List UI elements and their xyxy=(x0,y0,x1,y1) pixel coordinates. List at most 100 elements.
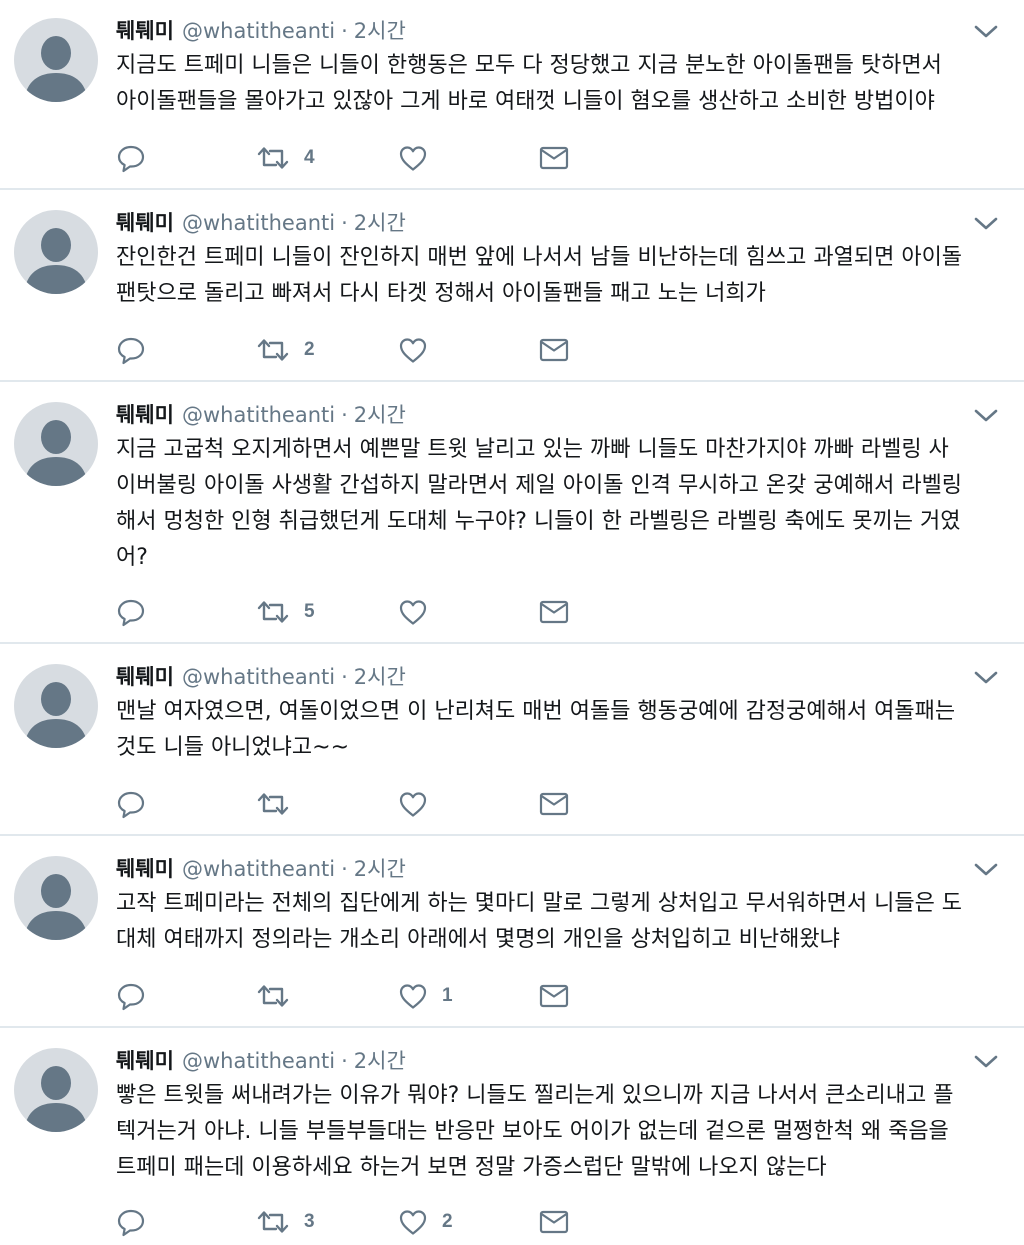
more-options-button[interactable] xyxy=(972,668,1000,688)
user-handle[interactable]: @whatitheanti xyxy=(182,211,335,235)
tweet-text-line: 잔인한건 트페미 니들이 잔인하지 매번 앞에 나서서 남들 비난하는데 힘쓰고… xyxy=(116,245,963,270)
avatar[interactable] xyxy=(14,18,98,102)
tweet-header: 퉤퉤미 @whatitheanti · 2시간 xyxy=(116,852,406,886)
reply-button[interactable] xyxy=(116,980,160,1012)
direct-message-button[interactable] xyxy=(538,142,570,174)
like-button[interactable]: 1 xyxy=(398,980,453,1012)
timestamp[interactable]: 2시간 xyxy=(354,857,406,881)
heart-icon xyxy=(399,146,427,171)
timestamp[interactable]: 2시간 xyxy=(354,1049,406,1073)
reply-button[interactable] xyxy=(116,1206,160,1238)
tweet[interactable]: 퉤퉤미 @whatitheanti · 2시간 고작 트페미라는 전체의 집단에게 하… xyxy=(0,838,1024,1028)
heart-icon xyxy=(399,338,427,363)
tweet-header: 퉤퉤미 @whatitheanti · 2시간 xyxy=(116,206,406,240)
direct-message-button[interactable] xyxy=(538,980,570,1012)
tweet-text-line: 어? xyxy=(116,545,148,570)
like-count: 1 xyxy=(442,985,453,1006)
retweet-button[interactable]: 3 xyxy=(256,1206,315,1238)
like-count: 2 xyxy=(442,1211,453,1232)
like-button[interactable]: 2 xyxy=(398,1206,453,1238)
tweet-actions xyxy=(116,788,586,820)
retweet-button[interactable]: 2 xyxy=(256,334,315,366)
more-options-button[interactable] xyxy=(972,860,1000,880)
speech-bubble-icon xyxy=(117,791,145,819)
tweet-text: 빻은 트윗들 써내려가는 이유가 뭐야? 니들도 찔리는게 있으니까 지금 나서… xyxy=(116,1078,1006,1186)
tweet-text-line: 이버불링 아이돌 사생활 간섭하지 말라면서 제일 아이돌 인격 무시하고 온갖… xyxy=(116,473,963,498)
timestamp[interactable]: 2시간 xyxy=(354,19,406,43)
timestamp[interactable]: 2시간 xyxy=(354,665,406,689)
avatar[interactable] xyxy=(14,1048,98,1132)
heart-icon xyxy=(399,1210,427,1235)
direct-message-button[interactable] xyxy=(538,596,570,628)
user-handle[interactable]: @whatitheanti xyxy=(182,665,335,689)
speech-bubble-icon xyxy=(117,599,145,627)
speech-bubble-icon xyxy=(117,983,145,1011)
tweet-text-line: 트페미 패는데 이용하세요 하는거 보면 정말 가증스럽단 말밖에 나오지 않는… xyxy=(116,1155,827,1180)
reply-button[interactable] xyxy=(116,334,160,366)
user-handle[interactable]: @whatitheanti xyxy=(182,19,335,43)
direct-message-button[interactable] xyxy=(538,788,570,820)
retweet-button[interactable]: 5 xyxy=(256,596,315,628)
tweet[interactable]: 퉤퉤미 @whatitheanti · 2시간 잔인한건 트페미 니들이 잔인하지 매… xyxy=(0,192,1024,382)
tweet[interactable]: 퉤퉤미 @whatitheanti · 2시간 지금도 트페미 니들은 니들이 한행동… xyxy=(0,0,1024,190)
display-name[interactable]: 퉤퉤미 xyxy=(116,19,174,43)
avatar[interactable] xyxy=(14,664,98,748)
speech-bubble-icon xyxy=(117,145,145,173)
tweet-text: 지금 고굽척 오지게하면서 예쁜말 트윗 날리고 있는 까빠 니들도 마찬가지야… xyxy=(116,432,1006,576)
timestamp[interactable]: 2시간 xyxy=(354,211,406,235)
direct-message-button[interactable] xyxy=(538,334,570,366)
heart-icon xyxy=(399,792,427,817)
tweet[interactable]: 퉤퉤미 @whatitheanti · 2시간 빻은 트윗들 써내려가는 이유가 뭐야… xyxy=(0,1030,1024,1245)
user-handle[interactable]: @whatitheanti xyxy=(182,403,335,427)
reply-button[interactable] xyxy=(116,596,160,628)
tweet[interactable]: 퉤퉤미 @whatitheanti · 2시간 맨날 여자였으면, 여돌이었으면 이 … xyxy=(0,646,1024,836)
tweet-text: 맨날 여자였으면, 여돌이었으면 이 난리쳐도 매번 여돌들 행동궁예에 감정궁… xyxy=(116,694,1006,766)
tweet-feed: 퉤퉤미 @whatitheanti · 2시간 지금도 트페미 니들은 니들이 한행동… xyxy=(0,0,1024,1245)
avatar[interactable] xyxy=(14,856,98,940)
direct-message-button[interactable] xyxy=(538,1206,570,1238)
retweet-arrows-icon xyxy=(257,339,289,361)
retweet-button[interactable] xyxy=(256,980,304,1012)
display-name[interactable]: 퉤퉤미 xyxy=(116,1049,174,1073)
user-handle[interactable]: @whatitheanti xyxy=(182,1049,335,1073)
envelope-icon xyxy=(539,146,569,170)
avatar[interactable] xyxy=(14,402,98,486)
separator-dot: · xyxy=(341,403,348,427)
retweet-button[interactable] xyxy=(256,788,304,820)
reply-button[interactable] xyxy=(116,142,160,174)
tweet-text-line: 대체 여태까지 정의라는 개소리 아래에서 몇명의 개인을 상처입히고 비난해왔… xyxy=(116,927,840,952)
chevron-down-icon xyxy=(974,217,998,230)
like-button[interactable] xyxy=(398,596,442,628)
tweet-actions: 1 xyxy=(116,980,586,1012)
default-profile-icon xyxy=(24,36,88,102)
more-options-button[interactable] xyxy=(972,22,1000,42)
more-options-button[interactable] xyxy=(972,1052,1000,1072)
tweet-text-line: 아이돌팬들을 몰아가고 있잖아 그게 바로 여태껏 니들이 혐오를 생산하고 소… xyxy=(116,89,935,114)
timestamp[interactable]: 2시간 xyxy=(354,403,406,427)
like-button[interactable] xyxy=(398,334,442,366)
user-handle[interactable]: @whatitheanti xyxy=(182,857,335,881)
more-options-button[interactable] xyxy=(972,214,1000,234)
reply-button[interactable] xyxy=(116,788,160,820)
display-name[interactable]: 퉤퉤미 xyxy=(116,665,174,689)
speech-bubble-icon xyxy=(117,337,145,365)
heart-icon xyxy=(399,984,427,1009)
like-button[interactable] xyxy=(398,142,442,174)
default-profile-icon xyxy=(24,420,88,486)
chevron-down-icon xyxy=(974,1055,998,1068)
tweet-actions: 2 xyxy=(116,334,586,366)
avatar[interactable] xyxy=(14,210,98,294)
like-button[interactable] xyxy=(398,788,442,820)
display-name[interactable]: 퉤퉤미 xyxy=(116,403,174,427)
tweet-text-line: 지금도 트페미 니들은 니들이 한행동은 모두 다 정당했고 지금 분노한 아이… xyxy=(116,53,942,78)
default-profile-icon xyxy=(24,874,88,940)
display-name[interactable]: 퉤퉤미 xyxy=(116,211,174,235)
tweet-divider xyxy=(0,188,1024,190)
display-name[interactable]: 퉤퉤미 xyxy=(116,857,174,881)
retweet-button[interactable]: 4 xyxy=(256,142,315,174)
separator-dot: · xyxy=(341,665,348,689)
tweet-text-line: 텍거는거 아냐. 니들 부들부들대는 반응만 보아도 어이가 없는데 겉으론 멀… xyxy=(116,1119,949,1144)
default-profile-icon xyxy=(24,1066,88,1132)
more-options-button[interactable] xyxy=(972,406,1000,426)
tweet[interactable]: 퉤퉤미 @whatitheanti · 2시간 지금 고굽척 오지게하면서 예쁜말 트… xyxy=(0,384,1024,644)
